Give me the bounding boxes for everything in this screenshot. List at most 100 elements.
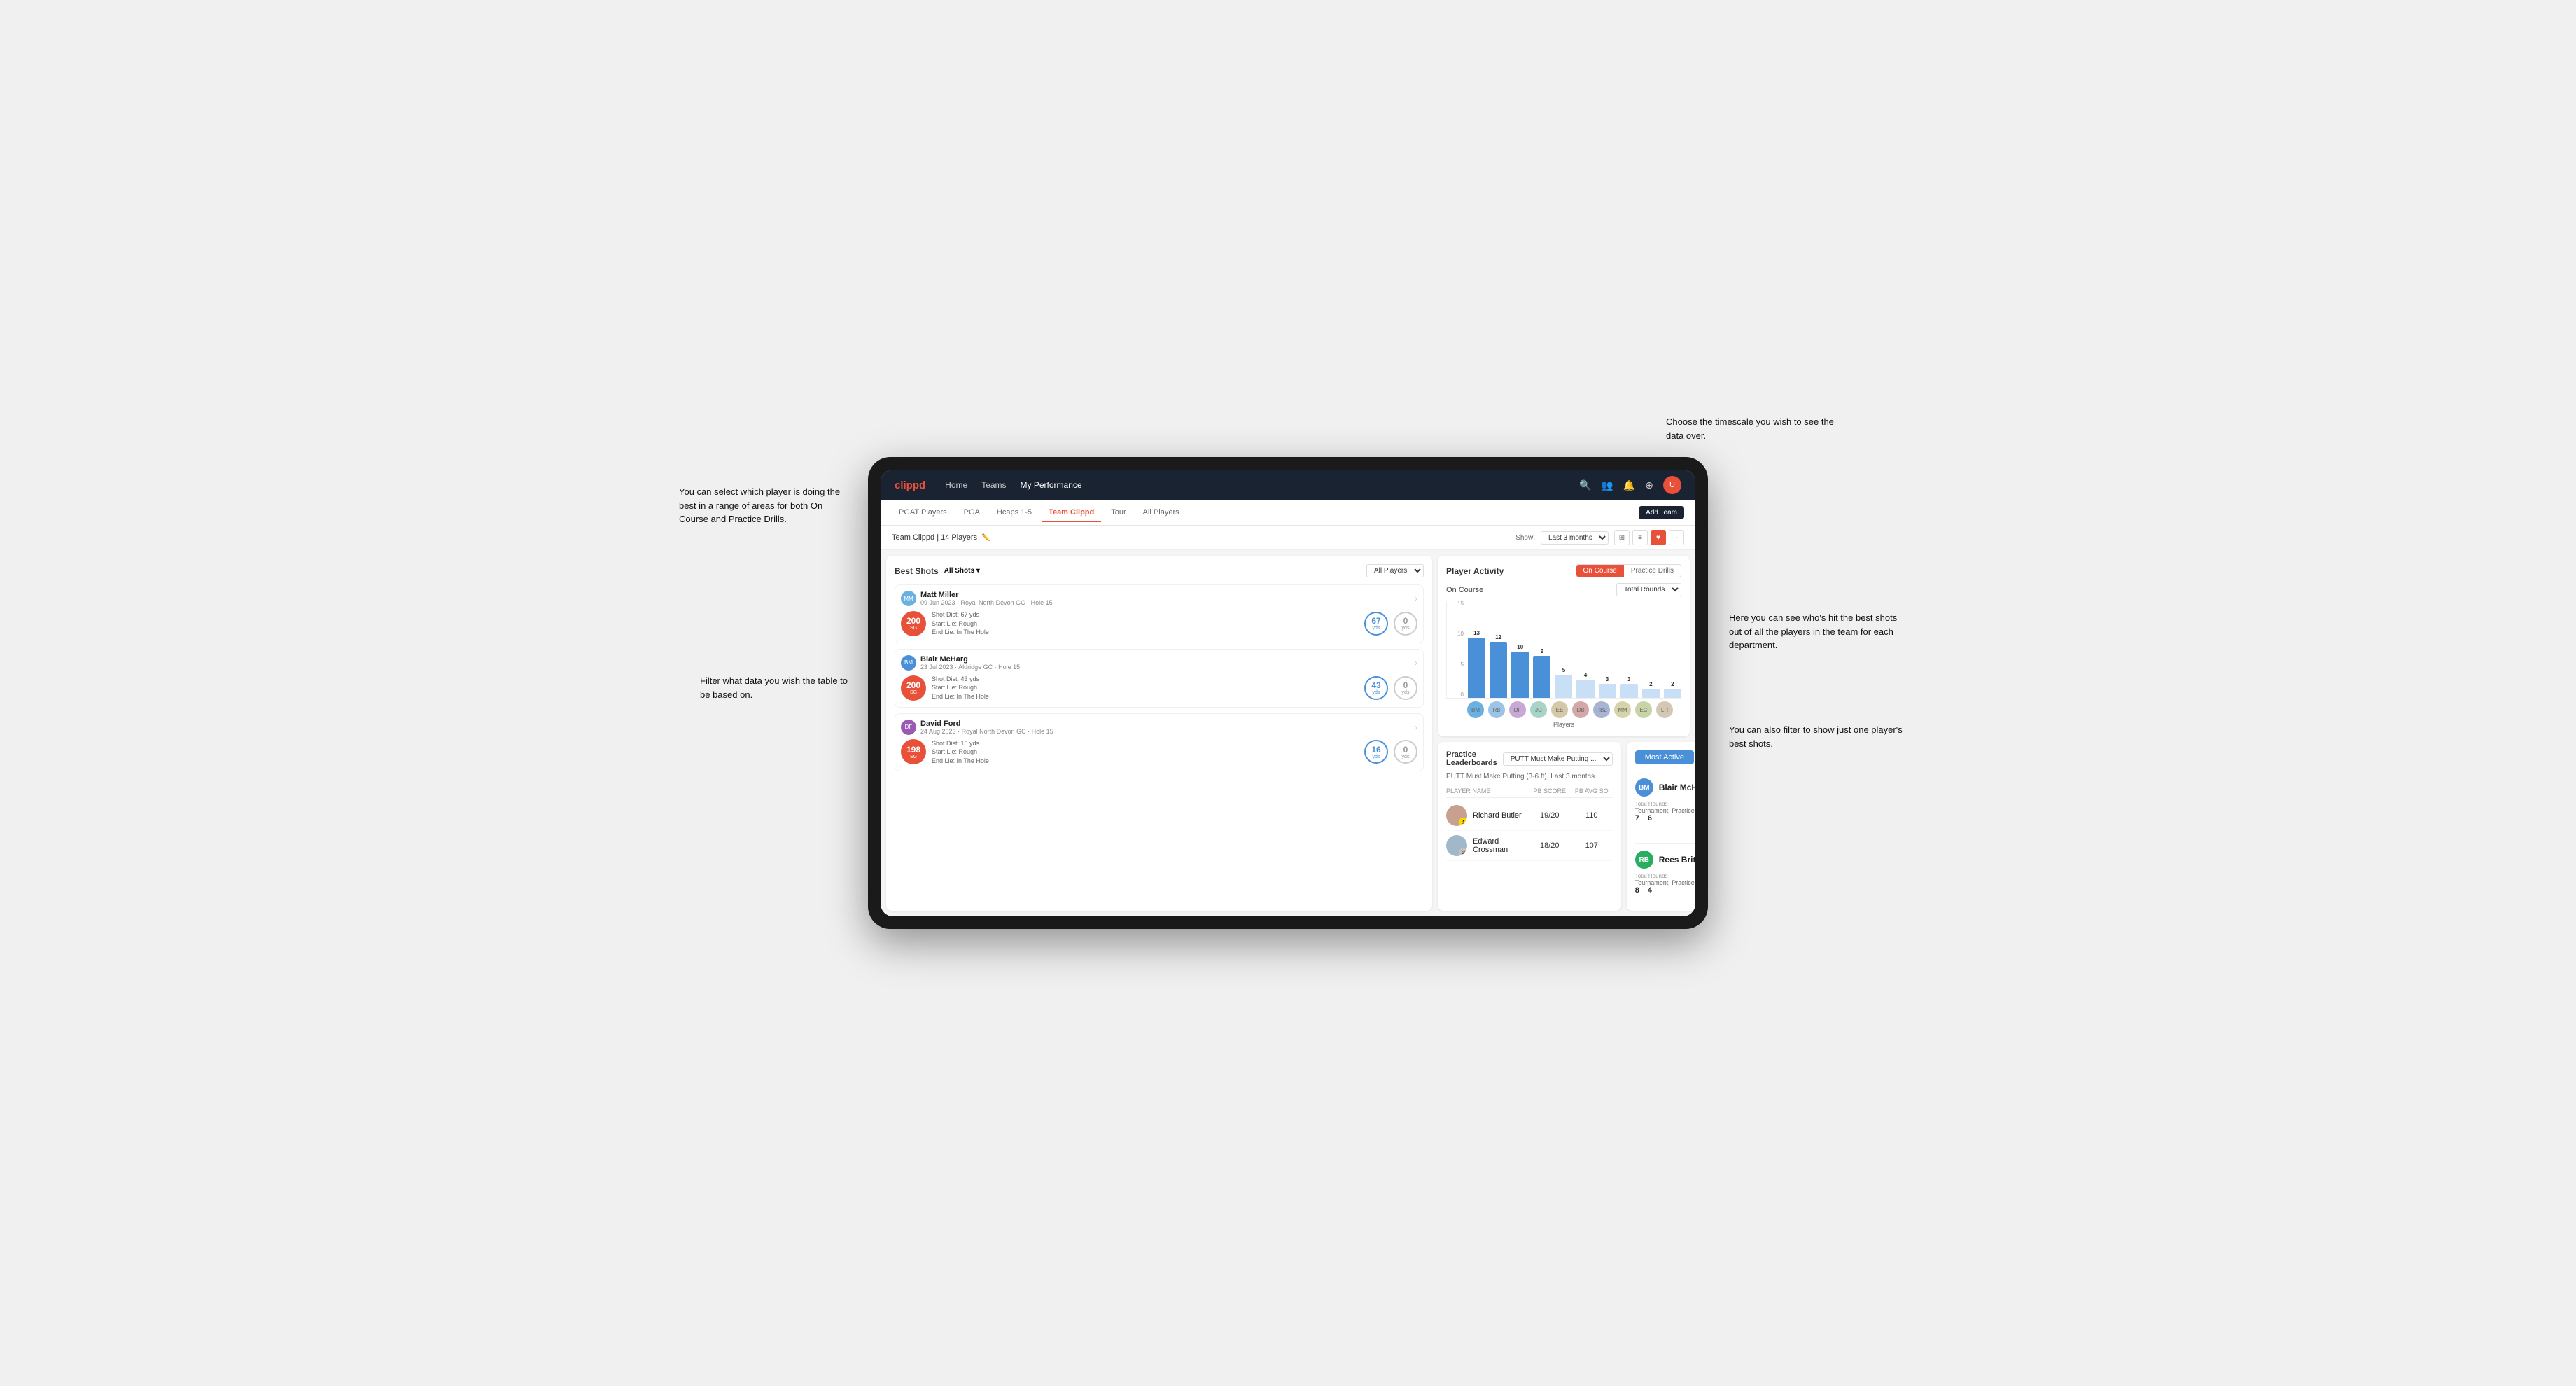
y-label-0: 0 [1447, 692, 1466, 698]
practice-leaderboards-card: Practice Leaderboards PUTT Must Make Put… [1438, 742, 1621, 911]
tab-hcaps[interactable]: Hcaps 1-5 [990, 504, 1039, 522]
plus-circle-icon[interactable]: ⊕ [1645, 479, 1653, 491]
chevron-right-icon-2: › [1415, 658, 1418, 668]
bar-ebert: 5 [1555, 667, 1572, 698]
avatar-ford: DF [1509, 701, 1526, 718]
avg-crossman: 107 [1571, 841, 1613, 850]
y-label-10: 10 [1447, 631, 1466, 637]
player-avatar-ford: DF [901, 720, 916, 735]
on-course-toggle[interactable]: On Course [1576, 565, 1624, 577]
search-icon[interactable]: 🔍 [1579, 479, 1591, 491]
act-player-info-britt: RB Rees Britt [1635, 850, 1695, 869]
tab-all-players[interactable]: All Players [1136, 504, 1186, 522]
bar-billingham: 4 [1576, 672, 1594, 698]
player-row-butler[interactable]: 1 Richard Butler 19/20 110 [1446, 801, 1613, 831]
player-row-name-crossman: Edward Crossman [1473, 837, 1529, 854]
list-view-icon[interactable]: ≡ [1632, 530, 1648, 545]
shot-badge-miller: 200 SG [901, 611, 926, 636]
tab-team-clippd[interactable]: Team Clippd [1042, 504, 1101, 522]
bar-butler: 3 [1599, 676, 1616, 698]
tablet-screen: clippd Home Teams My Performance 🔍 👥 🔔 ⊕… [881, 470, 1695, 916]
card-view-icon[interactable]: ♥ [1651, 530, 1666, 545]
practice-drills-toggle[interactable]: Practice Drills [1624, 565, 1681, 577]
shot-item-ford[interactable]: DF David Ford 24 Aug 2023 · Royal North … [895, 713, 1424, 772]
shot-desc-ford: Shot Dist: 16 yds Start Lie: Rough End L… [932, 739, 1359, 766]
time-filter-select[interactable]: Last 3 months Last 6 months Last year [1541, 531, 1609, 545]
grid-view-icon[interactable]: ⊞ [1614, 530, 1630, 545]
rank-badge-1: 1 [1459, 818, 1467, 826]
chart-avatars: BM RB DF JC EE DB RB2 MM EC LR [1446, 701, 1681, 718]
bar-mcharg: 13 [1468, 630, 1485, 698]
y-axis: 0 5 10 15 [1447, 601, 1466, 698]
stat-dist-miller: 67 yds [1364, 612, 1388, 636]
activity-card: Most Active Least Active BM Blair McHarg… [1627, 742, 1695, 911]
player-detail-ford: 24 Aug 2023 · Royal North Devon GC · Hol… [920, 728, 1410, 735]
chart-filter-select[interactable]: Total Rounds Fairways Hit GIR [1616, 583, 1681, 596]
practice-filter-select[interactable]: PUTT Must Make Putting ... [1503, 752, 1613, 766]
player-row-name-butler: Richard Butler [1473, 811, 1522, 820]
player-row-crossman[interactable]: 2 Edward Crossman 18/20 107 [1446, 831, 1613, 861]
shot-item-mcharg[interactable]: BM Blair McHarg 23 Jul 2023 · Aldridge G… [895, 649, 1424, 708]
page-wrapper: Choose the timescale you wish to see the… [868, 457, 1708, 929]
table-header: PLAYER NAME PB SCORE PB AVG SQ [1446, 785, 1613, 798]
player-name-ford: David Ford [920, 720, 1410, 728]
all-shots-filter[interactable]: All Shots ▾ [944, 567, 980, 575]
player-name-mcharg: Blair McHarg [920, 655, 1410, 664]
add-team-button[interactable]: Add Team [1639, 506, 1684, 519]
nav-my-performance[interactable]: My Performance [1021, 477, 1082, 493]
player-row-avatar-butler: 1 [1446, 805, 1467, 826]
tab-tour[interactable]: Tour [1104, 504, 1133, 522]
player-activity-title: Player Activity [1446, 566, 1504, 576]
shot-player-row-ford: DF David Ford 24 Aug 2023 · Royal North … [901, 720, 1418, 735]
annotation-top-right: Choose the timescale you wish to see the… [1666, 415, 1848, 442]
nav-teams[interactable]: Teams [981, 477, 1006, 493]
team-header: Team Clippd | 14 Players ✏️ Show: Last 3… [881, 526, 1695, 550]
top-nav: clippd Home Teams My Performance 🔍 👥 🔔 ⊕… [881, 470, 1695, 500]
tabs: PGAT Players PGA Hcaps 1-5 Team Clippd T… [892, 504, 1186, 522]
shot-desc-mcharg: Shot Dist: 43 yds Start Lie: Rough End L… [932, 675, 1359, 701]
avatar-robertson: LR [1656, 701, 1673, 718]
best-shots-card: Best Shots All Shots ▾ All Players MM [886, 556, 1432, 911]
view-icons: ⊞ ≡ ♥ ⋮ [1614, 530, 1684, 545]
bar-chart: 0 5 10 15 13 12 [1446, 601, 1681, 699]
player-avatar-miller: MM [901, 591, 916, 606]
main-content: Player Activity On Course Practice Drill… [881, 550, 1695, 916]
edit-icon[interactable]: ✏️ [981, 534, 990, 542]
act-avatar-britt: RB [1635, 850, 1653, 869]
activity-toggle: Most Active Least Active [1635, 750, 1695, 764]
nav-home[interactable]: Home [945, 477, 967, 493]
bar-britt: 12 [1490, 634, 1507, 698]
tab-pgat-players[interactable]: PGAT Players [892, 504, 954, 522]
settings-view-icon[interactable]: ⋮ [1669, 530, 1684, 545]
chart-section-title: On Course [1446, 586, 1483, 594]
users-icon[interactable]: 👥 [1601, 479, 1613, 491]
stat-putt-ford: 0 yds [1394, 740, 1418, 764]
bar-coles: 9 [1533, 648, 1550, 698]
avg-butler: 110 [1571, 811, 1613, 820]
shot-item-miller[interactable]: MM Matt Miller 09 Jun 2023 · Royal North… [895, 584, 1424, 643]
shot-desc-miller: Shot Dist: 67 yds Start Lie: Rough End L… [932, 610, 1359, 637]
chevron-right-icon-3: › [1415, 722, 1418, 732]
col-pb-avg: PB AVG SQ [1571, 788, 1613, 794]
bar-miller: 3 [1620, 676, 1638, 698]
player-info-ford: David Ford 24 Aug 2023 · Royal North Dev… [920, 720, 1410, 735]
nav-icons: 🔍 👥 🔔 ⊕ U [1579, 476, 1681, 494]
act-stats-britt: Total Rounds Tournament Practice 8 4 Tot… [1635, 873, 1695, 895]
user-avatar[interactable]: U [1663, 476, 1681, 494]
tablet-frame: clippd Home Teams My Performance 🔍 👥 🔔 ⊕… [868, 457, 1708, 929]
activity-item-mcharg: BM Blair McHarg 26 Aug 2023 Total Rounds… [1635, 771, 1695, 844]
tab-pga[interactable]: PGA [957, 504, 987, 522]
activity-item-header-mcharg: BM Blair McHarg 26 Aug 2023 [1635, 778, 1695, 797]
bottom-left: Practice Leaderboards PUTT Must Make Put… [1438, 742, 1690, 911]
player-row-info-butler: 1 Richard Butler [1446, 805, 1529, 826]
player-info-miller: Matt Miller 09 Jun 2023 · Royal North De… [920, 591, 1410, 606]
annotation-left-1: You can select which player is doing the… [679, 485, 847, 526]
players-filter-select[interactable]: All Players [1366, 564, 1424, 578]
avatar-butler: RB2 [1593, 701, 1610, 718]
player-detail-miller: 09 Jun 2023 · Royal North Devon GC · Hol… [920, 599, 1410, 606]
bell-icon[interactable]: 🔔 [1623, 479, 1635, 491]
most-active-btn[interactable]: Most Active [1635, 750, 1694, 764]
player-activity-header: Player Activity On Course Practice Drill… [1446, 564, 1681, 578]
player-activity-card: Player Activity On Course Practice Drill… [1438, 556, 1690, 736]
avatar-britt: RB [1488, 701, 1505, 718]
